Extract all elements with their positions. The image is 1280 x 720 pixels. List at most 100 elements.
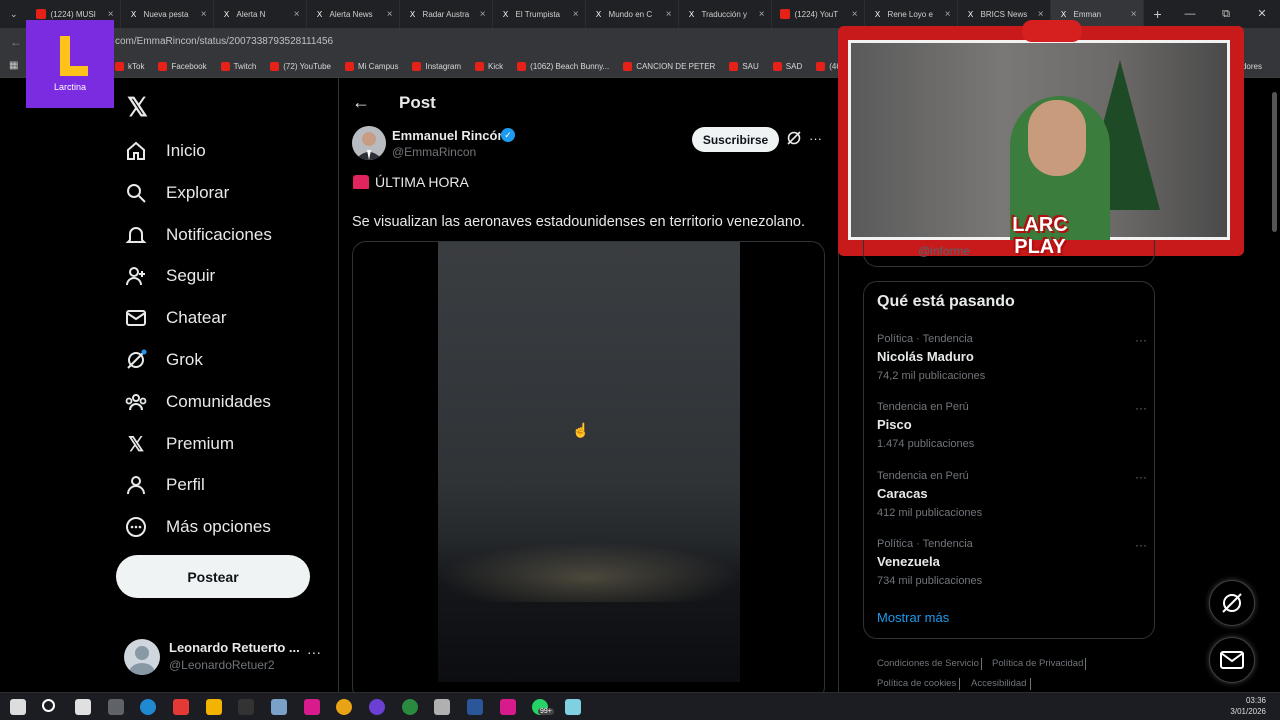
- app-icon[interactable]: [369, 699, 385, 715]
- browser-tab[interactable]: X El Trumpista ×: [493, 0, 586, 28]
- folder-icon[interactable]: [206, 699, 222, 715]
- tab-close-icon[interactable]: ×: [666, 9, 672, 20]
- app-icon[interactable]: [173, 699, 189, 715]
- previous-card-handle[interactable]: @informe: [918, 244, 970, 258]
- nav-item-premium[interactable]: 𝕏 Premium: [124, 429, 234, 459]
- trend-more-icon[interactable]: ···: [1135, 470, 1147, 484]
- grok-fab-button[interactable]: [1209, 580, 1255, 626]
- chrome-icon[interactable]: [336, 699, 352, 715]
- tab-close-icon[interactable]: ×: [108, 9, 114, 20]
- browser-tab[interactable]: X Nueva pesta ×: [121, 0, 214, 28]
- footer-privacy-link[interactable]: Política de Privacidad: [992, 658, 1083, 669]
- post-button[interactable]: Postear: [116, 555, 310, 598]
- app-icon[interactable]: [500, 699, 516, 715]
- browser-tab[interactable]: X Traducción y ×: [679, 0, 772, 28]
- tab-close-icon[interactable]: ×: [852, 9, 858, 20]
- word-icon[interactable]: [467, 699, 483, 715]
- windows-start-icon[interactable]: [10, 699, 26, 715]
- url-input[interactable]: com/EmmaRincon/status/200733879352811145…: [115, 36, 333, 47]
- author-name[interactable]: Emmanuel Rincón: [392, 128, 505, 143]
- nav-item-explorar[interactable]: Explorar: [124, 178, 229, 208]
- trend-item[interactable]: Política · Tendencia Nicolás Maduro 74,2 m…: [877, 333, 1147, 382]
- x-logo-icon[interactable]: 𝕏: [127, 92, 148, 123]
- scrollbar[interactable]: [1272, 92, 1277, 232]
- nav-item-chatear[interactable]: Chatear: [124, 303, 226, 333]
- bookmark-item[interactable]: (72) YouTube: [270, 62, 331, 71]
- browser-tab[interactable]: X Alerta News ×: [307, 0, 400, 28]
- bookmark-item[interactable]: Mi Campus: [345, 62, 398, 71]
- trend-more-icon[interactable]: ···: [1135, 538, 1147, 552]
- trend-item[interactable]: Política · Tendencia Venezuela 734 mil pub…: [877, 538, 1147, 587]
- close-window-button[interactable]: ✕: [1244, 0, 1280, 28]
- app-icon[interactable]: [402, 699, 418, 715]
- calculator-icon[interactable]: [434, 699, 450, 715]
- nav-item-más-opciones[interactable]: Más opciones: [124, 512, 271, 542]
- back-arrow-icon[interactable]: ←: [352, 92, 370, 113]
- tab-close-icon[interactable]: ×: [1038, 9, 1044, 20]
- nav-item-seguir[interactable]: Seguir: [124, 261, 215, 291]
- trend-item[interactable]: Tendencia en Perú Pisco 1.474 publicacione…: [877, 401, 1147, 450]
- nav-item-notificaciones[interactable]: Notificaciones: [124, 220, 272, 250]
- grok-icon[interactable]: [787, 131, 801, 150]
- app-icon[interactable]: [108, 699, 124, 715]
- bookmark-item[interactable]: Instagram: [412, 62, 461, 71]
- bookmark-item[interactable]: CANCION DE PETER: [623, 62, 715, 71]
- bookmark-item[interactable]: (1062) Beach Bunny...: [517, 62, 609, 71]
- browser-tab[interactable]: X Rene Loyo e ×: [865, 0, 958, 28]
- trend-more-icon[interactable]: ···: [1135, 401, 1147, 415]
- browser-tab[interactable]: X Radar Austra ×: [400, 0, 493, 28]
- tab-close-icon[interactable]: ×: [387, 9, 393, 20]
- messages-fab-button[interactable]: [1209, 637, 1255, 683]
- minimize-button[interactable]: —: [1172, 0, 1208, 28]
- nav-item-grok[interactable]: Grok: [124, 345, 203, 375]
- tab-close-icon[interactable]: ×: [945, 9, 951, 20]
- bookmark-item[interactable]: Facebook: [158, 62, 207, 71]
- account-switcher[interactable]: Leonardo Retuerto ... @LeonardoRetuer2 ·…: [124, 636, 324, 676]
- bookmark-item[interactable]: kTok: [115, 62, 144, 71]
- app-icon[interactable]: [304, 699, 320, 715]
- account-name: Leonardo Retuerto ...: [169, 640, 300, 655]
- tab-close-icon[interactable]: ×: [201, 9, 207, 20]
- nav-item-perfil[interactable]: Perfil: [124, 470, 205, 500]
- app-icon[interactable]: [565, 699, 581, 715]
- bookmark-icon: [115, 62, 124, 71]
- tab-close-icon[interactable]: ×: [1131, 9, 1137, 20]
- trend-item[interactable]: Tendencia en Perú Caracas 412 mil publicac…: [877, 470, 1147, 519]
- post-media[interactable]: [352, 241, 825, 701]
- trend-more-icon[interactable]: ···: [1135, 333, 1147, 347]
- search-icon[interactable]: [42, 699, 55, 712]
- footer-accessibility-link[interactable]: Accesibilidad: [971, 678, 1026, 689]
- new-tab-button[interactable]: +: [1144, 6, 1172, 22]
- more-icon[interactable]: ···: [307, 644, 321, 660]
- bookmark-item[interactable]: Kick: [475, 62, 503, 71]
- footer-cookies-link[interactable]: Política de cookies: [877, 678, 956, 689]
- tab-close-icon[interactable]: ×: [759, 9, 765, 20]
- browser-tab[interactable]: X Alerta N ×: [214, 0, 307, 28]
- browser-tab[interactable]: X Mundo en C ×: [586, 0, 679, 28]
- tab-close-icon[interactable]: ×: [573, 9, 579, 20]
- nav-item-comunidades[interactable]: Comunidades: [124, 387, 271, 417]
- tab-list-chevron-icon[interactable]: ⌄: [0, 9, 28, 20]
- app-icon[interactable]: [238, 699, 254, 715]
- app-icon[interactable]: [271, 699, 287, 715]
- footer-terms-link[interactable]: Condiciones de Servicio: [877, 658, 979, 669]
- subscribe-button[interactable]: Suscribirse: [692, 127, 779, 152]
- store-icon[interactable]: [75, 699, 91, 715]
- apps-grid-icon[interactable]: ▦: [9, 60, 18, 71]
- bookmark-item[interactable]: SAU: [729, 62, 759, 71]
- author-handle[interactable]: @EmmaRincon: [392, 145, 476, 159]
- nav-item-inicio[interactable]: Inicio: [124, 136, 206, 166]
- bookmark-item[interactable]: SAD: [772, 62, 802, 71]
- bookmark-item[interactable]: Twitch: [220, 62, 256, 71]
- author-avatar[interactable]: [352, 126, 386, 160]
- system-clock[interactable]: 03:36 3/01/2026: [1230, 695, 1266, 717]
- back-icon[interactable]: ←: [10, 35, 22, 49]
- edge-icon[interactable]: [140, 699, 156, 715]
- show-more-link[interactable]: Mostrar más: [877, 610, 949, 625]
- video-player[interactable]: [438, 242, 740, 682]
- browser-tab[interactable]: (1224) YouT ×: [772, 0, 865, 28]
- post-more-icon[interactable]: ···: [809, 131, 822, 146]
- tab-close-icon[interactable]: ×: [480, 9, 486, 20]
- restore-button[interactable]: ⧉: [1208, 0, 1244, 28]
- tab-close-icon[interactable]: ×: [294, 9, 300, 20]
